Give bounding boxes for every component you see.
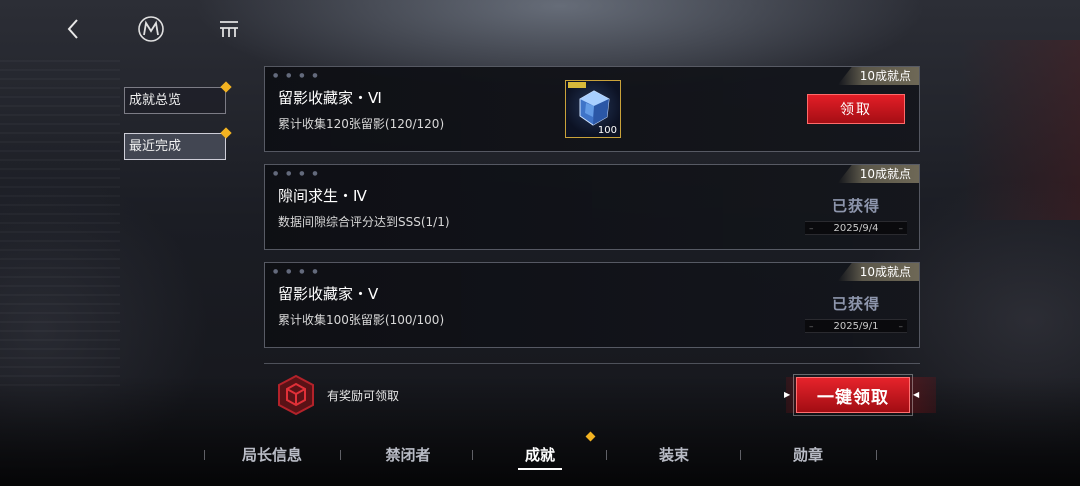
arrow-left-icon: ◀ [913,390,920,399]
achievement-card: ● ● ● ● 隙间求生・Ⅳ 数据间隙综合评分达到SSS(1/1) 10成就点 … [264,164,920,250]
notice-dot [220,81,232,93]
achievement-description: 数据间隙综合评分达到SSS(1/1) [278,215,450,229]
tab-separator [876,450,877,460]
tab-outfits[interactable]: 装束 [606,440,742,470]
menu-button[interactable] [214,14,244,44]
points-badge: 10成就点 [837,165,919,183]
tab-achievements[interactable]: 成就 [472,440,608,470]
crystal-cube-icon [579,90,610,126]
achievement-description: 累计收集100张留影(100/100) [278,313,445,327]
points-badge: 10成就点 [837,67,919,85]
achievement-title: 留影收藏家・Ⅴ [278,285,379,303]
obtained-date: 2025/9/1 [805,319,907,334]
tab-director-info[interactable]: 局长信息 [204,440,340,470]
back-button[interactable] [58,14,88,44]
background-decor [960,40,1080,220]
chevron-left-icon [67,19,78,39]
card-decor: ● ● ● ● [273,170,321,177]
points-badge: 10成就点 [837,263,919,281]
side-item-recent[interactable]: 最近完成 [124,127,232,160]
rarity-tag [568,82,586,88]
achievement-title: 隙间求生・Ⅳ [278,187,367,205]
notice-dot [220,127,232,139]
background-decor [0,60,120,390]
pending-reward-label: 有奖励可领取 [327,389,400,403]
menu-icon [220,21,238,37]
obtained-status: 已获得 2025/9/4 [805,195,907,236]
card-decor: ● ● ● ● [273,72,321,79]
logo-button[interactable] [136,14,166,44]
claim-button[interactable]: 领取 [807,94,905,124]
claim-all-button[interactable]: 一键领取 [793,374,913,416]
reward-box-icon [278,374,314,416]
m-logo-icon [138,16,164,42]
obtained-label: 已获得 [831,295,880,313]
divider [264,363,920,364]
obtained-status: 已获得 2025/9/1 [805,293,907,334]
tab-prisoners[interactable]: 禁闭者 [340,440,476,470]
card-decor: ● ● ● ● [273,268,321,275]
tab-medals[interactable]: 勋章 [740,440,876,470]
achievement-description: 累计收集120张留影(120/120) [278,117,445,131]
achievement-card: ● ● ● ● 留影收藏家・Ⅵ 累计收集120张留影(120/120) 10成就… [264,66,920,152]
side-item-overview[interactable]: 成就总览 [124,81,232,114]
bottom-tab-bar: 局长信息 禁闭者 成就 装束 勋章 [200,440,880,470]
side-item-label: 成就总览 [129,93,182,108]
reward-item[interactable]: 100 [565,80,621,138]
obtained-date: 2025/9/4 [805,221,907,236]
side-item-label: 最近完成 [129,139,182,154]
reward-quantity: 100 [597,125,617,136]
achievement-card: ● ● ● ● 留影收藏家・Ⅴ 累计收集100张留影(100/100) 10成就… [264,262,920,348]
arrow-right-icon: ▶ [784,390,791,399]
obtained-label: 已获得 [831,197,880,215]
achievement-title: 留影收藏家・Ⅵ [278,89,382,107]
